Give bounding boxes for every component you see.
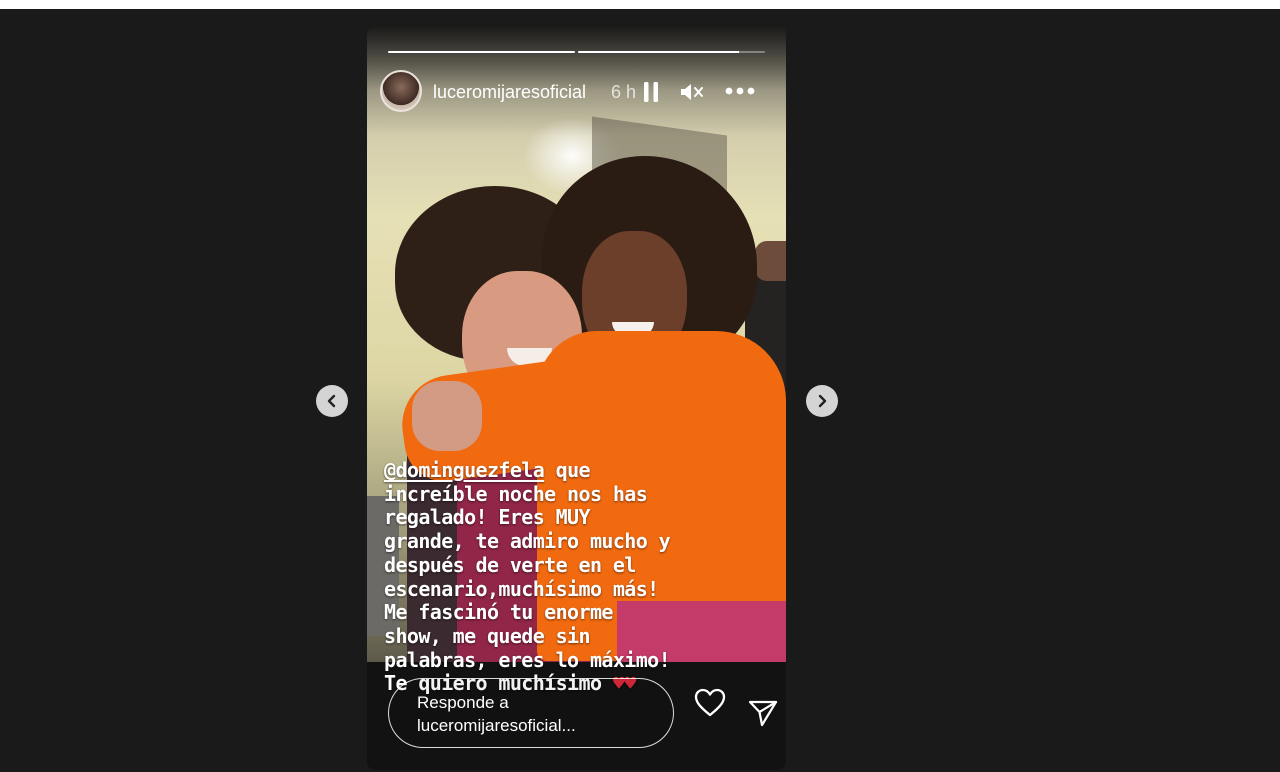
browser-top-strip — [0, 0, 1280, 9]
caption-text: que increíble noche nos has regalado! Er… — [384, 458, 671, 696]
story-progress — [388, 51, 765, 53]
progress-segment — [578, 51, 765, 53]
previous-story-button[interactable] — [316, 385, 348, 417]
muted-speaker-icon[interactable] — [679, 81, 705, 103]
progress-segment — [388, 51, 575, 53]
avatar[interactable] — [380, 70, 422, 112]
more-options-icon[interactable] — [724, 84, 756, 98]
chevron-left-icon — [327, 394, 336, 408]
send-icon[interactable] — [748, 698, 778, 728]
reply-input[interactable]: Responde a luceromijaresoficial... — [388, 678, 674, 748]
next-story-button[interactable] — [806, 385, 838, 417]
story-viewer[interactable]: luceromijaresoficial 6 h @dominguezfela … — [367, 26, 786, 770]
story-username[interactable]: luceromijaresoficial — [433, 82, 586, 103]
story-caption: @dominguezfela que increíble noche nos h… — [384, 458, 674, 696]
chevron-right-icon — [818, 394, 827, 408]
pause-icon[interactable] — [642, 81, 660, 103]
header-shade — [367, 26, 786, 136]
heart-icon[interactable] — [694, 688, 726, 718]
reply-placeholder: Responde a luceromijaresoficial... — [417, 693, 576, 735]
story-timestamp: 6 h — [611, 82, 637, 102]
caption-mention[interactable]: @dominguezfela — [384, 458, 545, 482]
